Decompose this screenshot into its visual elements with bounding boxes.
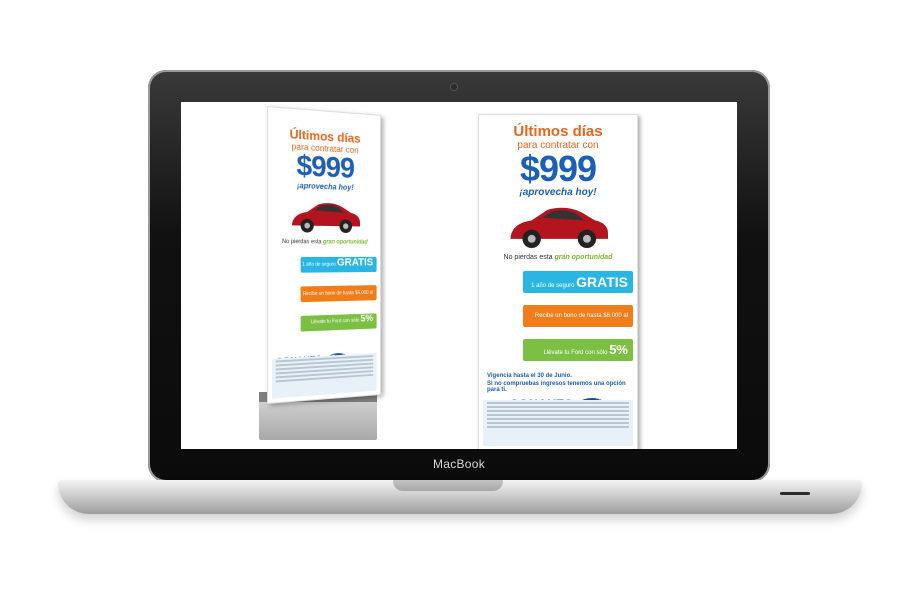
rollup-banner: Últimos días para contratar con $999 ¡ap… bbox=[267, 106, 381, 404]
banner-cta: ¡aprovecha hoy! bbox=[519, 187, 597, 198]
banner-tagline: No pierdas esta gran oportunidad bbox=[281, 239, 368, 246]
offer-bonus: Recibe un bono de hasta $6.000 al progra… bbox=[523, 305, 633, 327]
car-image bbox=[498, 202, 618, 252]
fine-print bbox=[483, 400, 633, 446]
banner-price: $999 bbox=[296, 149, 355, 185]
laptop-screen: Últimos días para contratar con $999 ¡ap… bbox=[181, 102, 737, 449]
sleep-indicator bbox=[780, 492, 810, 495]
lid-notch bbox=[393, 480, 503, 491]
car-image bbox=[286, 198, 363, 236]
vigencia-text: Vigencia hasta el 30 de Junio. bbox=[487, 373, 572, 379]
laptop-base bbox=[58, 480, 862, 514]
fine-print bbox=[271, 352, 377, 399]
income-note: Si no compruebas ingresos tenemos una op… bbox=[487, 381, 626, 393]
offer-bonus: Recibe un bono de hasta $6.000 al progra… bbox=[300, 285, 377, 303]
offer-insurance: 1 año de seguro GRATIS bbox=[523, 271, 633, 293]
flat-banner: Últimos días para contratar con $999 ¡ap… bbox=[478, 114, 638, 449]
camera-icon bbox=[451, 84, 457, 90]
offer-insurance: 1 año de seguro GRATIS bbox=[300, 256, 377, 273]
banner-title: Últimos días bbox=[513, 123, 603, 140]
banner-price: $999 bbox=[519, 148, 597, 189]
offer-down-payment: Llévate tu Ford con sólo 5% bbox=[300, 313, 377, 332]
banner-tagline: No pierdas esta gran oportunidad bbox=[503, 254, 613, 261]
offer-down-payment: Llévate tu Ford con sólo 5% bbox=[523, 339, 633, 361]
device-brand-label: MacBook bbox=[432, 457, 486, 471]
laptop-lid: Últimos días para contratar con $999 ¡ap… bbox=[148, 70, 770, 482]
